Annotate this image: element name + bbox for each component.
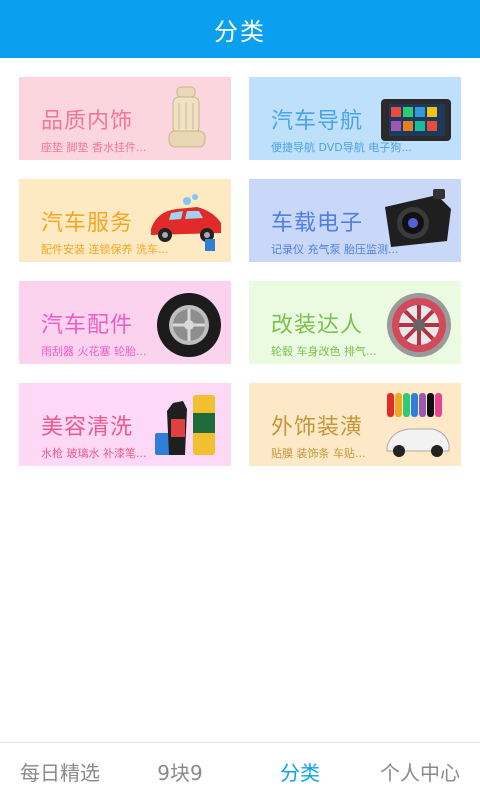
cleaning-products-icon — [155, 395, 215, 455]
card-subtitle: 雨刮器 火花塞 轮胎... — [41, 345, 147, 358]
alloy-wheel-icon — [387, 293, 451, 357]
tire-icon — [157, 293, 221, 357]
card-title: 美容清洗 — [41, 415, 134, 440]
category-card-navigation[interactable]: 汽车导航 便捷导航 DVD导航 电子狗... — [249, 77, 461, 160]
card-title: 改装达人 — [271, 313, 364, 338]
card-subtitle: 水枪 玻璃水 补漆笔... — [41, 447, 147, 460]
category-card-parts[interactable]: 汽车配件 雨刮器 火花塞 轮胎... — [19, 281, 231, 364]
category-card-interior[interactable]: 品质内饰 座垫 脚垫 香水挂件... — [19, 77, 231, 160]
tab-9-9[interactable]: 9块9 — [120, 743, 240, 800]
card-title: 品质内饰 — [41, 109, 134, 134]
top-bar: 分类 — [0, 0, 480, 58]
card-title: 车载电子 — [271, 211, 364, 236]
tab-daily-picks[interactable]: 每日精选 — [0, 743, 120, 800]
category-card-electronics[interactable]: 车载电子 记录仪 充气泵 胎压监测... — [249, 179, 461, 262]
tab-profile[interactable]: 个人中心 — [360, 743, 480, 800]
card-title: 汽车服务 — [41, 211, 134, 236]
car-seat-icon — [168, 86, 206, 148]
category-card-modification[interactable]: 改装达人 轮毂 车身改色 排气... — [249, 281, 461, 364]
gps-navigator-icon — [381, 99, 451, 141]
card-title: 外饰装潢 — [271, 415, 364, 440]
card-title: 汽车导航 — [271, 109, 364, 134]
category-card-service[interactable]: 汽车服务 配件安装 连锁保养 洗车... — [19, 179, 231, 262]
card-subtitle: 轮毂 车身改色 排气... — [271, 345, 377, 358]
tab-category[interactable]: 分类 — [240, 743, 360, 800]
card-title: 汽车配件 — [41, 313, 134, 338]
category-card-cleaning[interactable]: 美容清洗 水枪 玻璃水 补漆笔... — [19, 383, 231, 466]
card-subtitle: 座垫 脚垫 香水挂件... — [41, 141, 147, 154]
category-card-exterior[interactable]: 外饰装潢 贴膜 装饰条 车贴... — [249, 383, 461, 466]
bottom-tab-bar: 每日精选 9块9 分类 个人中心 — [0, 742, 480, 800]
dashcam-icon — [385, 189, 451, 247]
car-wrap-icon — [386, 393, 450, 457]
car-wash-icon — [151, 194, 221, 251]
card-subtitle: 贴膜 装饰条 车贴... — [271, 447, 366, 460]
page-title: 分类 — [214, 17, 266, 46]
